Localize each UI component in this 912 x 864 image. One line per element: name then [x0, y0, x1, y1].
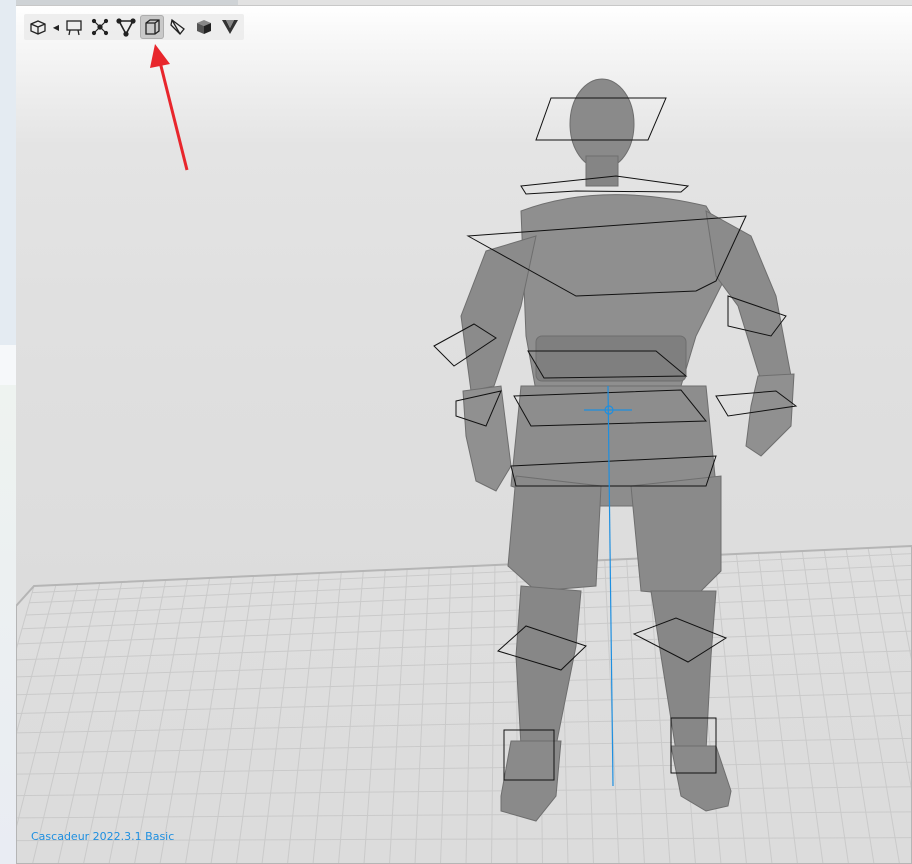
left-panel-edge — [0, 0, 17, 864]
scene-canvas[interactable] — [16, 6, 912, 864]
object-mode-cube-icon — [30, 20, 46, 35]
joints-button[interactable] — [88, 15, 112, 39]
solid-display-button[interactable] — [192, 15, 216, 39]
mesh-display-button[interactable] — [166, 15, 190, 39]
shading-button[interactable] — [218, 15, 242, 39]
solid-cube-icon — [197, 20, 211, 34]
bones-icon — [116, 18, 136, 37]
viewport-toolbar: ◀ — [24, 14, 244, 40]
shading-icon — [222, 20, 238, 34]
box-display-icon — [145, 19, 160, 35]
floor-plane — [16, 544, 912, 864]
left-panel-upper — [0, 0, 16, 345]
object-mode-button[interactable] — [26, 15, 50, 39]
rig-display-icon — [66, 20, 82, 36]
annotation-arrow — [150, 44, 189, 171]
mode-dropdown-caret-icon[interactable]: ◀ — [52, 23, 60, 32]
mesh-display-icon — [170, 18, 185, 35]
bones-button[interactable] — [114, 15, 138, 39]
box-display-button[interactable] — [140, 15, 164, 39]
viewport-tab[interactable] — [16, 0, 238, 5]
3d-viewport[interactable]: ◀ Cascadeur 2022.3.1 Basic — [16, 6, 912, 864]
left-panel-divider — [0, 345, 16, 385]
left-panel-lower — [0, 385, 16, 864]
joints-icon — [91, 18, 109, 36]
version-label: Cascadeur 2022.3.1 Basic — [31, 830, 175, 843]
rig-display-button[interactable] — [62, 15, 86, 39]
